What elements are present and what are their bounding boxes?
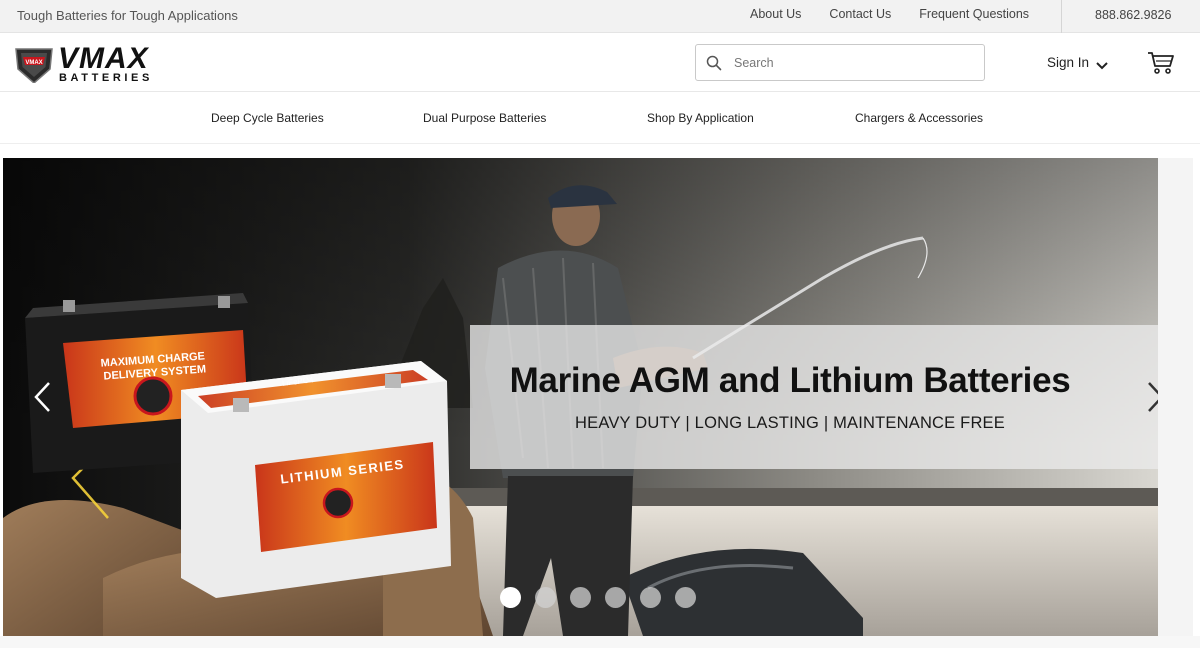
- hero-right-gutter: [1158, 158, 1193, 636]
- sign-in-menu[interactable]: Sign In: [1047, 55, 1109, 70]
- chevron-right-icon[interactable]: [1145, 380, 1158, 414]
- about-us-link[interactable]: About Us: [750, 7, 801, 21]
- site-tagline: Tough Batteries for Tough Applications: [17, 8, 238, 23]
- svg-text:BATTERIES: BATTERIES: [59, 72, 153, 83]
- slider-dot-2[interactable]: [535, 587, 556, 608]
- chevron-left-icon[interactable]: [31, 380, 53, 414]
- sign-in-label: Sign In: [1047, 55, 1090, 70]
- search-box[interactable]: [695, 44, 985, 81]
- site-header: VMAX VMAX BATTERIES Sign In: [0, 33, 1200, 92]
- slider-dot-1[interactable]: [500, 587, 521, 608]
- top-links: About Us Contact Us Frequent Questions: [750, 7, 1057, 21]
- nav-chargers-accessories[interactable]: Chargers & Accessories: [855, 111, 983, 125]
- slider-dots: [500, 587, 710, 608]
- search-input[interactable]: [734, 52, 974, 74]
- hero-slider[interactable]: MAXIMUM CHARGE DELIVERY SYSTEM LITHIUM S…: [3, 158, 1158, 636]
- nav-deep-cycle-batteries[interactable]: Deep Cycle Batteries: [211, 111, 324, 125]
- cart-icon[interactable]: [1147, 51, 1175, 75]
- hero-subtitle: HEAVY DUTY | LONG LASTING | MAINTENANCE …: [575, 414, 1005, 432]
- slider-dot-3[interactable]: [570, 587, 591, 608]
- nav-shop-by-application[interactable]: Shop By Application: [647, 111, 754, 125]
- phone-number[interactable]: 888.862.9826: [1095, 8, 1171, 22]
- slider-dot-6[interactable]: [675, 587, 696, 608]
- top-utility-bar: Tough Batteries for Tough Applications A…: [0, 0, 1200, 33]
- frequent-questions-link[interactable]: Frequent Questions: [919, 7, 1029, 21]
- slider-dot-5[interactable]: [640, 587, 661, 608]
- search-icon[interactable]: [706, 55, 722, 71]
- main-nav: Deep Cycle Batteries Dual Purpose Batter…: [0, 92, 1200, 144]
- page-bottom-strip: [0, 636, 1200, 648]
- hero-title: Marine AGM and Lithium Batteries: [509, 361, 1071, 400]
- vmax-logo[interactable]: VMAX VMAX BATTERIES: [14, 42, 189, 84]
- hero-caption: Marine AGM and Lithium Batteries HEAVY D…: [470, 325, 1158, 469]
- contact-us-link[interactable]: Contact Us: [829, 7, 891, 21]
- svg-text:VMAX: VMAX: [25, 60, 42, 66]
- chevron-down-icon: [1095, 58, 1109, 69]
- slider-dot-4[interactable]: [605, 587, 626, 608]
- svg-text:VMAX: VMAX: [58, 43, 150, 75]
- topbar-divider: [1061, 0, 1062, 33]
- nav-dual-purpose-batteries[interactable]: Dual Purpose Batteries: [423, 111, 546, 125]
